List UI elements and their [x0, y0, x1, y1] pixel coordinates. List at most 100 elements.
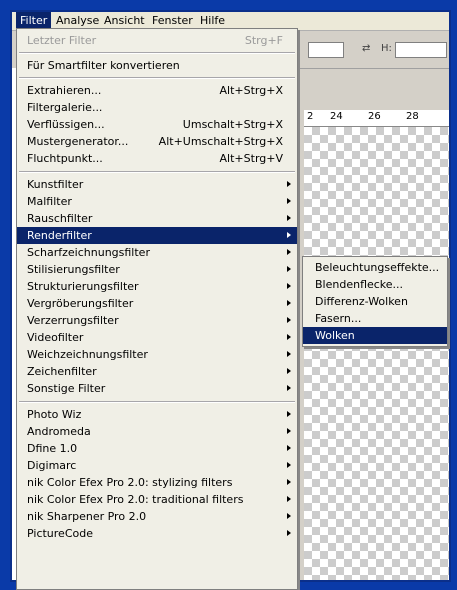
- menu-item-label: Filtergalerie...: [27, 101, 103, 114]
- menu-item-rauschfilter[interactable]: Rauschfilter: [17, 210, 297, 227]
- ruler-label: 26: [368, 111, 381, 122]
- menu-item-shortcut: Umschalt+Strg+X: [182, 118, 283, 131]
- menu-item-zeichenfilter[interactable]: Zeichenfilter: [17, 363, 297, 380]
- menu-separator: [19, 401, 295, 403]
- menu-item-scharfzeichnungsfilter[interactable]: Scharfzeichnungsfilter: [17, 244, 297, 261]
- submenu-item-fasern[interactable]: Fasern...: [303, 310, 447, 327]
- transparent-canvas[interactable]: [304, 127, 449, 580]
- width-field[interactable]: [308, 42, 344, 58]
- submenu-arrow-icon: [287, 300, 291, 306]
- menu-item-smartfilter[interactable]: Für Smartfilter konvertieren: [17, 57, 297, 74]
- menu-separator: [19, 77, 295, 79]
- menu-item-renderfilter[interactable]: Renderfilter: [17, 227, 297, 244]
- submenu-arrow-icon: [287, 445, 291, 451]
- menu-item-weichzeichnungsfilter[interactable]: Weichzeichnungsfilter: [17, 346, 297, 363]
- menu-item-label: Digimarc: [27, 459, 77, 472]
- menu-item-label: nik Color Efex Pro 2.0: stylizing filter…: [27, 476, 233, 489]
- submenu-item-label: Differenz-Wolken: [315, 295, 408, 308]
- swap-icon[interactable]: ⇄: [362, 43, 370, 54]
- submenu-item-label: Wolken: [315, 329, 355, 342]
- submenu-arrow-icon: [287, 411, 291, 417]
- menu-item-label: Malfilter: [27, 195, 72, 208]
- menu-item-shortcut: Strg+F: [244, 34, 283, 47]
- submenu-arrow-icon: [287, 513, 291, 519]
- submenu-arrow-icon: [287, 232, 291, 238]
- menu-item-filtergalerie[interactable]: Filtergalerie...: [17, 99, 297, 116]
- menu-item-stilisierungsfilter[interactable]: Stilisierungsfilter: [17, 261, 297, 278]
- ruler-label: 24: [330, 111, 343, 122]
- menu-item-nik-sharpener[interactable]: nik Sharpener Pro 2.0: [17, 508, 297, 525]
- submenu-arrow-icon: [287, 283, 291, 289]
- menu-item-nik-stylizing[interactable]: nik Color Efex Pro 2.0: stylizing filter…: [17, 474, 297, 491]
- menu-item-verfluessigen[interactable]: Verflüssigen... Umschalt+Strg+X: [17, 116, 297, 133]
- menu-item-label: Stilisierungsfilter: [27, 263, 120, 276]
- menu-item-label: Andromeda: [27, 425, 91, 438]
- height-label: H:: [381, 43, 392, 54]
- menu-item-label: Mustergenerator...: [27, 135, 129, 148]
- menu-item-letzter-filter: Letzter Filter Strg+F: [17, 32, 297, 49]
- menu-item-label: Letzter Filter: [27, 34, 97, 47]
- menu-item-dfine[interactable]: Dfine 1.0: [17, 440, 297, 457]
- menu-item-videofilter[interactable]: Videofilter: [17, 329, 297, 346]
- submenu-item-wolken[interactable]: Wolken: [303, 327, 447, 344]
- submenu-arrow-icon: [287, 215, 291, 221]
- menu-item-strukturierungsfilter[interactable]: Strukturierungsfilter: [17, 278, 297, 295]
- menu-item-picturecode[interactable]: PictureCode: [17, 525, 297, 542]
- menu-item-label: nik Sharpener Pro 2.0: [27, 510, 147, 523]
- submenu-arrow-icon: [287, 496, 291, 502]
- menu-item-vergroeberungsfilter[interactable]: Vergröberungsfilter: [17, 295, 297, 312]
- menu-item-label: Dfine 1.0: [27, 442, 78, 455]
- menu-item-kunstfilter[interactable]: Kunstfilter: [17, 176, 297, 193]
- submenu-arrow-icon: [287, 479, 291, 485]
- menu-item-label: Sonstige Filter: [27, 382, 106, 395]
- submenu-item-label: Beleuchtungseffekte...: [315, 261, 440, 274]
- menu-item-fluchtpunkt[interactable]: Fluchtpunkt... Alt+Strg+V: [17, 150, 297, 167]
- menu-item-photo-wiz[interactable]: Photo Wiz: [17, 406, 297, 423]
- menu-item-label: Renderfilter: [27, 229, 92, 242]
- renderfilter-submenu: Beleuchtungseffekte... Blendenflecke... …: [302, 256, 448, 347]
- submenu-arrow-icon: [287, 249, 291, 255]
- menu-item-label: PictureCode: [27, 527, 93, 540]
- menu-item-label: Weichzeichnungsfilter: [27, 348, 148, 361]
- submenu-arrow-icon: [287, 181, 291, 187]
- submenu-item-differenz-wolken[interactable]: Differenz-Wolken: [303, 293, 447, 310]
- menu-item-verzerrungsfilter[interactable]: Verzerrungsfilter: [17, 312, 297, 329]
- submenu-item-blendenflecke[interactable]: Blendenflecke...: [303, 276, 447, 293]
- submenu-item-label: Fasern...: [315, 312, 362, 325]
- submenu-arrow-icon: [287, 351, 291, 357]
- menu-item-nik-traditional[interactable]: nik Color Efex Pro 2.0: traditional filt…: [17, 491, 297, 508]
- submenu-arrow-icon: [287, 198, 291, 204]
- menu-item-mustergenerator[interactable]: Mustergenerator... Alt+Umschalt+Strg+X: [17, 133, 297, 150]
- menu-item-shortcut: Alt+Umschalt+Strg+X: [158, 135, 283, 148]
- menu-item-label: nik Color Efex Pro 2.0: traditional filt…: [27, 493, 244, 506]
- menu-item-andromeda[interactable]: Andromeda: [17, 423, 297, 440]
- menu-item-extrahieren[interactable]: Extrahieren... Alt+Strg+X: [17, 82, 297, 99]
- menu-item-label: Verzerrungsfilter: [27, 314, 119, 327]
- submenu-arrow-icon: [287, 462, 291, 468]
- menu-item-label: Rauschfilter: [27, 212, 93, 225]
- filter-dropdown-menu: Letzter Filter Strg+F Für Smartfilter ko…: [16, 28, 298, 590]
- submenu-item-beleuchtungseffekte[interactable]: Beleuchtungseffekte...: [303, 259, 447, 276]
- horizontal-ruler: 2 24 26 28: [304, 110, 449, 127]
- submenu-arrow-icon: [287, 266, 291, 272]
- menu-item-shortcut: Alt+Strg+V: [219, 152, 283, 165]
- height-field[interactable]: [395, 42, 447, 58]
- submenu-arrow-icon: [287, 428, 291, 434]
- menu-item-digimarc[interactable]: Digimarc: [17, 457, 297, 474]
- menu-item-label: Vergröberungsfilter: [27, 297, 134, 310]
- menu-separator: [19, 52, 295, 54]
- menu-item-label: Videofilter: [27, 331, 84, 344]
- menu-item-sonstige-filter[interactable]: Sonstige Filter: [17, 380, 297, 397]
- menu-item-label: Scharfzeichnungsfilter: [27, 246, 150, 259]
- menu-item-shortcut: Alt+Strg+X: [219, 84, 283, 97]
- submenu-item-label: Blendenflecke...: [315, 278, 404, 291]
- submenu-arrow-icon: [287, 334, 291, 340]
- menu-item-label: Zeichenfilter: [27, 365, 97, 378]
- menu-separator: [19, 171, 295, 173]
- menu-item-label: Kunstfilter: [27, 178, 84, 191]
- menu-item-malfilter[interactable]: Malfilter: [17, 193, 297, 210]
- ruler-label: 28: [406, 111, 419, 122]
- menu-item-label: Strukturierungsfilter: [27, 280, 139, 293]
- ruler-label: 2: [307, 111, 314, 122]
- submenu-arrow-icon: [287, 317, 291, 323]
